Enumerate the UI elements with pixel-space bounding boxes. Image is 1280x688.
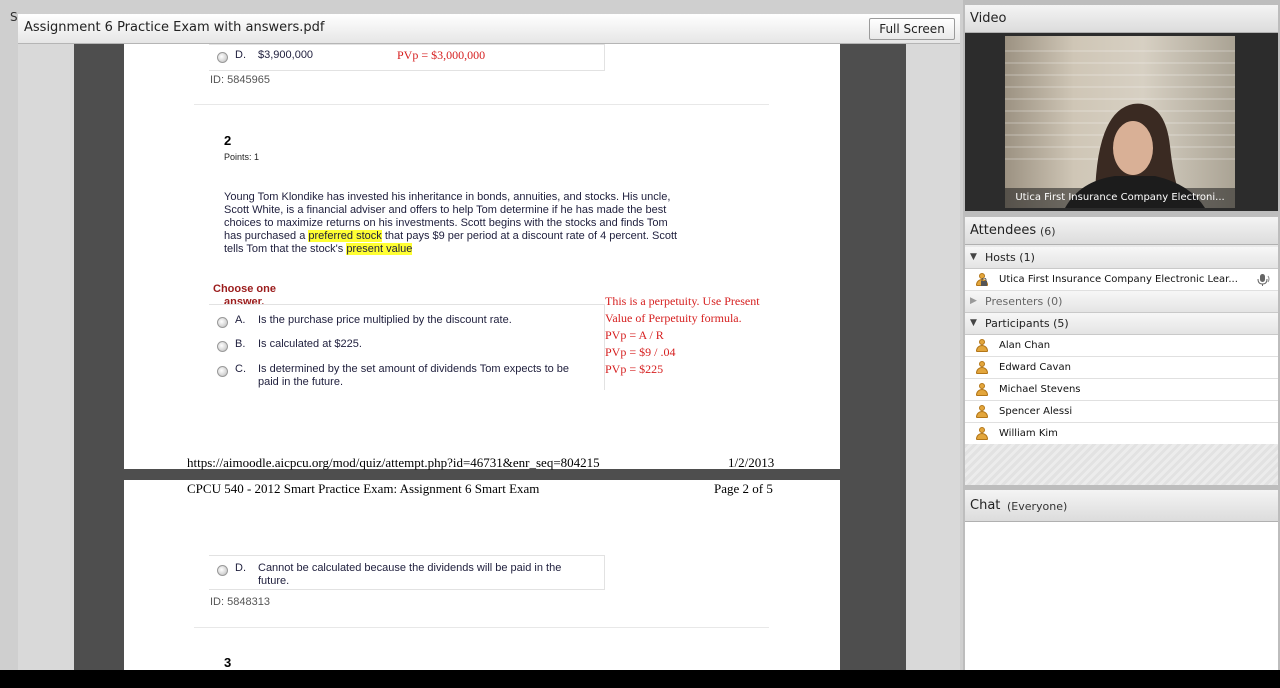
participant-icon [976, 339, 988, 352]
microphone-icon [1256, 273, 1270, 287]
option-text: Is calculated at $225. [258, 338, 362, 350]
video-caption: Utica First Insurance Company Electroni.… [1005, 188, 1235, 208]
attendee-list: ▼ Hosts (1) Utica First Insurance Compan… [965, 245, 1278, 485]
page-footer-date: 1/2/2013 [728, 455, 775, 470]
question-number: 2 [224, 133, 232, 148]
attendee-row[interactable]: Edward Cavan [965, 357, 1278, 379]
chat-pod-header: Chat (Everyone) [965, 490, 1278, 522]
participants-group[interactable]: ▼ Participants (5) [965, 313, 1278, 335]
attendees-count: (6) [1040, 225, 1056, 238]
annotation-line: Value of Perpetuity formula. [605, 311, 742, 325]
document-pod: S Assignment 6 Practice Exam with answer… [0, 0, 963, 670]
attendees-pod-header: Attendees (6) [965, 217, 1278, 245]
group-label: Hosts (1) [985, 251, 1035, 264]
participant-icon [976, 405, 988, 418]
page-footer-url: https://aimoodle.aicpcu.org/mod/quiz/att… [187, 455, 600, 470]
right-sidebar: Video Utica First Insurance Company Elec… [963, 0, 1280, 670]
participant-icon [976, 383, 988, 396]
answer-box-border [209, 44, 604, 45]
separator [194, 104, 769, 105]
attendee-name: Edward Cavan [999, 362, 1071, 373]
presenters-group[interactable]: ▶ Presenters (0) [965, 291, 1278, 313]
annotation-line: PVp = $225 [605, 362, 664, 376]
attendee-row[interactable]: Alan Chan [965, 335, 1278, 357]
expand-triangle-icon[interactable]: ▼ [970, 252, 977, 262]
page-header-page-number: Page 2 of 5 [714, 481, 773, 496]
document-header: Assignment 6 Practice Exam with answers.… [18, 14, 960, 44]
option-text: Cannot be calculated because the dividen… [258, 562, 562, 587]
choose-label-line: answer. [224, 296, 265, 308]
video-pod-header: Video [965, 5, 1278, 33]
question-id: ID: 5845965 [210, 74, 270, 86]
full-screen-button[interactable]: Full Screen [869, 18, 955, 40]
radio-button[interactable] [217, 317, 228, 328]
annotation-line: PVp = A / R [605, 328, 664, 342]
webcam-video[interactable]: Utica First Insurance Company Electroni.… [1005, 36, 1235, 208]
attendee-name: Michael Stevens [999, 384, 1081, 395]
question-number: 3 [224, 655, 232, 670]
chat-message-area[interactable] [965, 522, 1278, 670]
host-icon [976, 273, 988, 286]
option-letter: B. [235, 338, 246, 350]
attendee-name: Alan Chan [999, 340, 1051, 351]
option-letter: A. [235, 314, 246, 326]
video-pod: Utica First Insurance Company Electroni.… [965, 33, 1278, 211]
video-title: Video [970, 11, 1007, 26]
document-viewport[interactable]: D. $3,900,000 PVp = $3,000,000 ID: 58459… [18, 44, 960, 670]
attendee-row[interactable]: William Kim [965, 423, 1278, 445]
attendee-row-host[interactable]: Utica First Insurance Company Electronic… [965, 269, 1278, 291]
attendee-name: William Kim [999, 428, 1058, 439]
attendees-title: Attendees [970, 223, 1037, 238]
answer-box-border [604, 555, 605, 589]
question-id: ID: 5848313 [210, 596, 270, 608]
radio-button[interactable] [217, 52, 228, 63]
answer-box-border [209, 589, 605, 590]
highlight-preferred-stock: preferred stock [308, 230, 382, 242]
question-points: Points: 1 [224, 152, 260, 162]
pod-edge-label: S [10, 10, 18, 24]
attendee-row[interactable]: Spencer Alessi [965, 401, 1278, 423]
radio-button[interactable] [217, 341, 228, 352]
attendee-row[interactable]: Michael Stevens [965, 379, 1278, 401]
highlight-present-value: present value [346, 243, 413, 255]
page-header-title: CPCU 540 - 2012 Smart Practice Exam: Ass… [187, 481, 540, 496]
bottom-bar [0, 670, 1280, 688]
radio-button[interactable] [217, 565, 228, 576]
option-text: Is determined by the set amount of divid… [258, 363, 570, 388]
participant-icon [976, 427, 988, 440]
pdf-page-1: D. $3,900,000 PVp = $3,000,000 ID: 58459… [124, 44, 840, 470]
presenter-silhouette [1065, 103, 1205, 208]
expand-triangle-icon[interactable]: ▶ [970, 296, 977, 306]
document-title: Assignment 6 Practice Exam with answers.… [24, 20, 325, 35]
participant-icon [976, 361, 988, 374]
chat-scope[interactable]: (Everyone) [1007, 500, 1067, 513]
handwritten-annotation: PVp = $3,000,000 [397, 48, 486, 62]
handwritten-annotation-block: This is a perpetuity. Use Present Value … [605, 293, 760, 378]
option-letter: D. [235, 49, 246, 61]
group-label: Presenters (0) [985, 295, 1063, 308]
separator [194, 627, 769, 628]
option-text: Is the purchase price multiplied by the … [258, 314, 512, 326]
answer-box-border [209, 304, 604, 305]
choose-one-label: Choose one answer. [213, 283, 276, 309]
choose-label-line: Choose one [213, 283, 276, 295]
hosts-group[interactable]: ▼ Hosts (1) [965, 247, 1278, 269]
chat-title: Chat [970, 498, 1001, 513]
question-text: Young Tom Klondike has invested his inhe… [224, 191, 679, 256]
annotation-line: PVp = $9 / .04 [605, 345, 676, 359]
group-label: Participants (5) [985, 317, 1069, 330]
option-text: $3,900,000 [258, 49, 314, 61]
annotation-line: This is a perpetuity. Use Present [605, 294, 760, 308]
answer-box-border [209, 70, 605, 71]
attendee-name: Spencer Alessi [999, 406, 1073, 417]
option-letter: C. [235, 363, 246, 375]
attendee-name: Utica First Insurance Company Electronic… [999, 274, 1238, 285]
radio-button[interactable] [217, 366, 228, 377]
option-letter: D. [235, 562, 246, 574]
attendee-list-empty-area [965, 444, 1278, 485]
answer-box-border [604, 44, 605, 70]
expand-triangle-icon[interactable]: ▼ [970, 318, 977, 328]
pdf-page-2: CPCU 540 - 2012 Smart Practice Exam: Ass… [124, 480, 840, 670]
answer-box-border [209, 555, 604, 556]
